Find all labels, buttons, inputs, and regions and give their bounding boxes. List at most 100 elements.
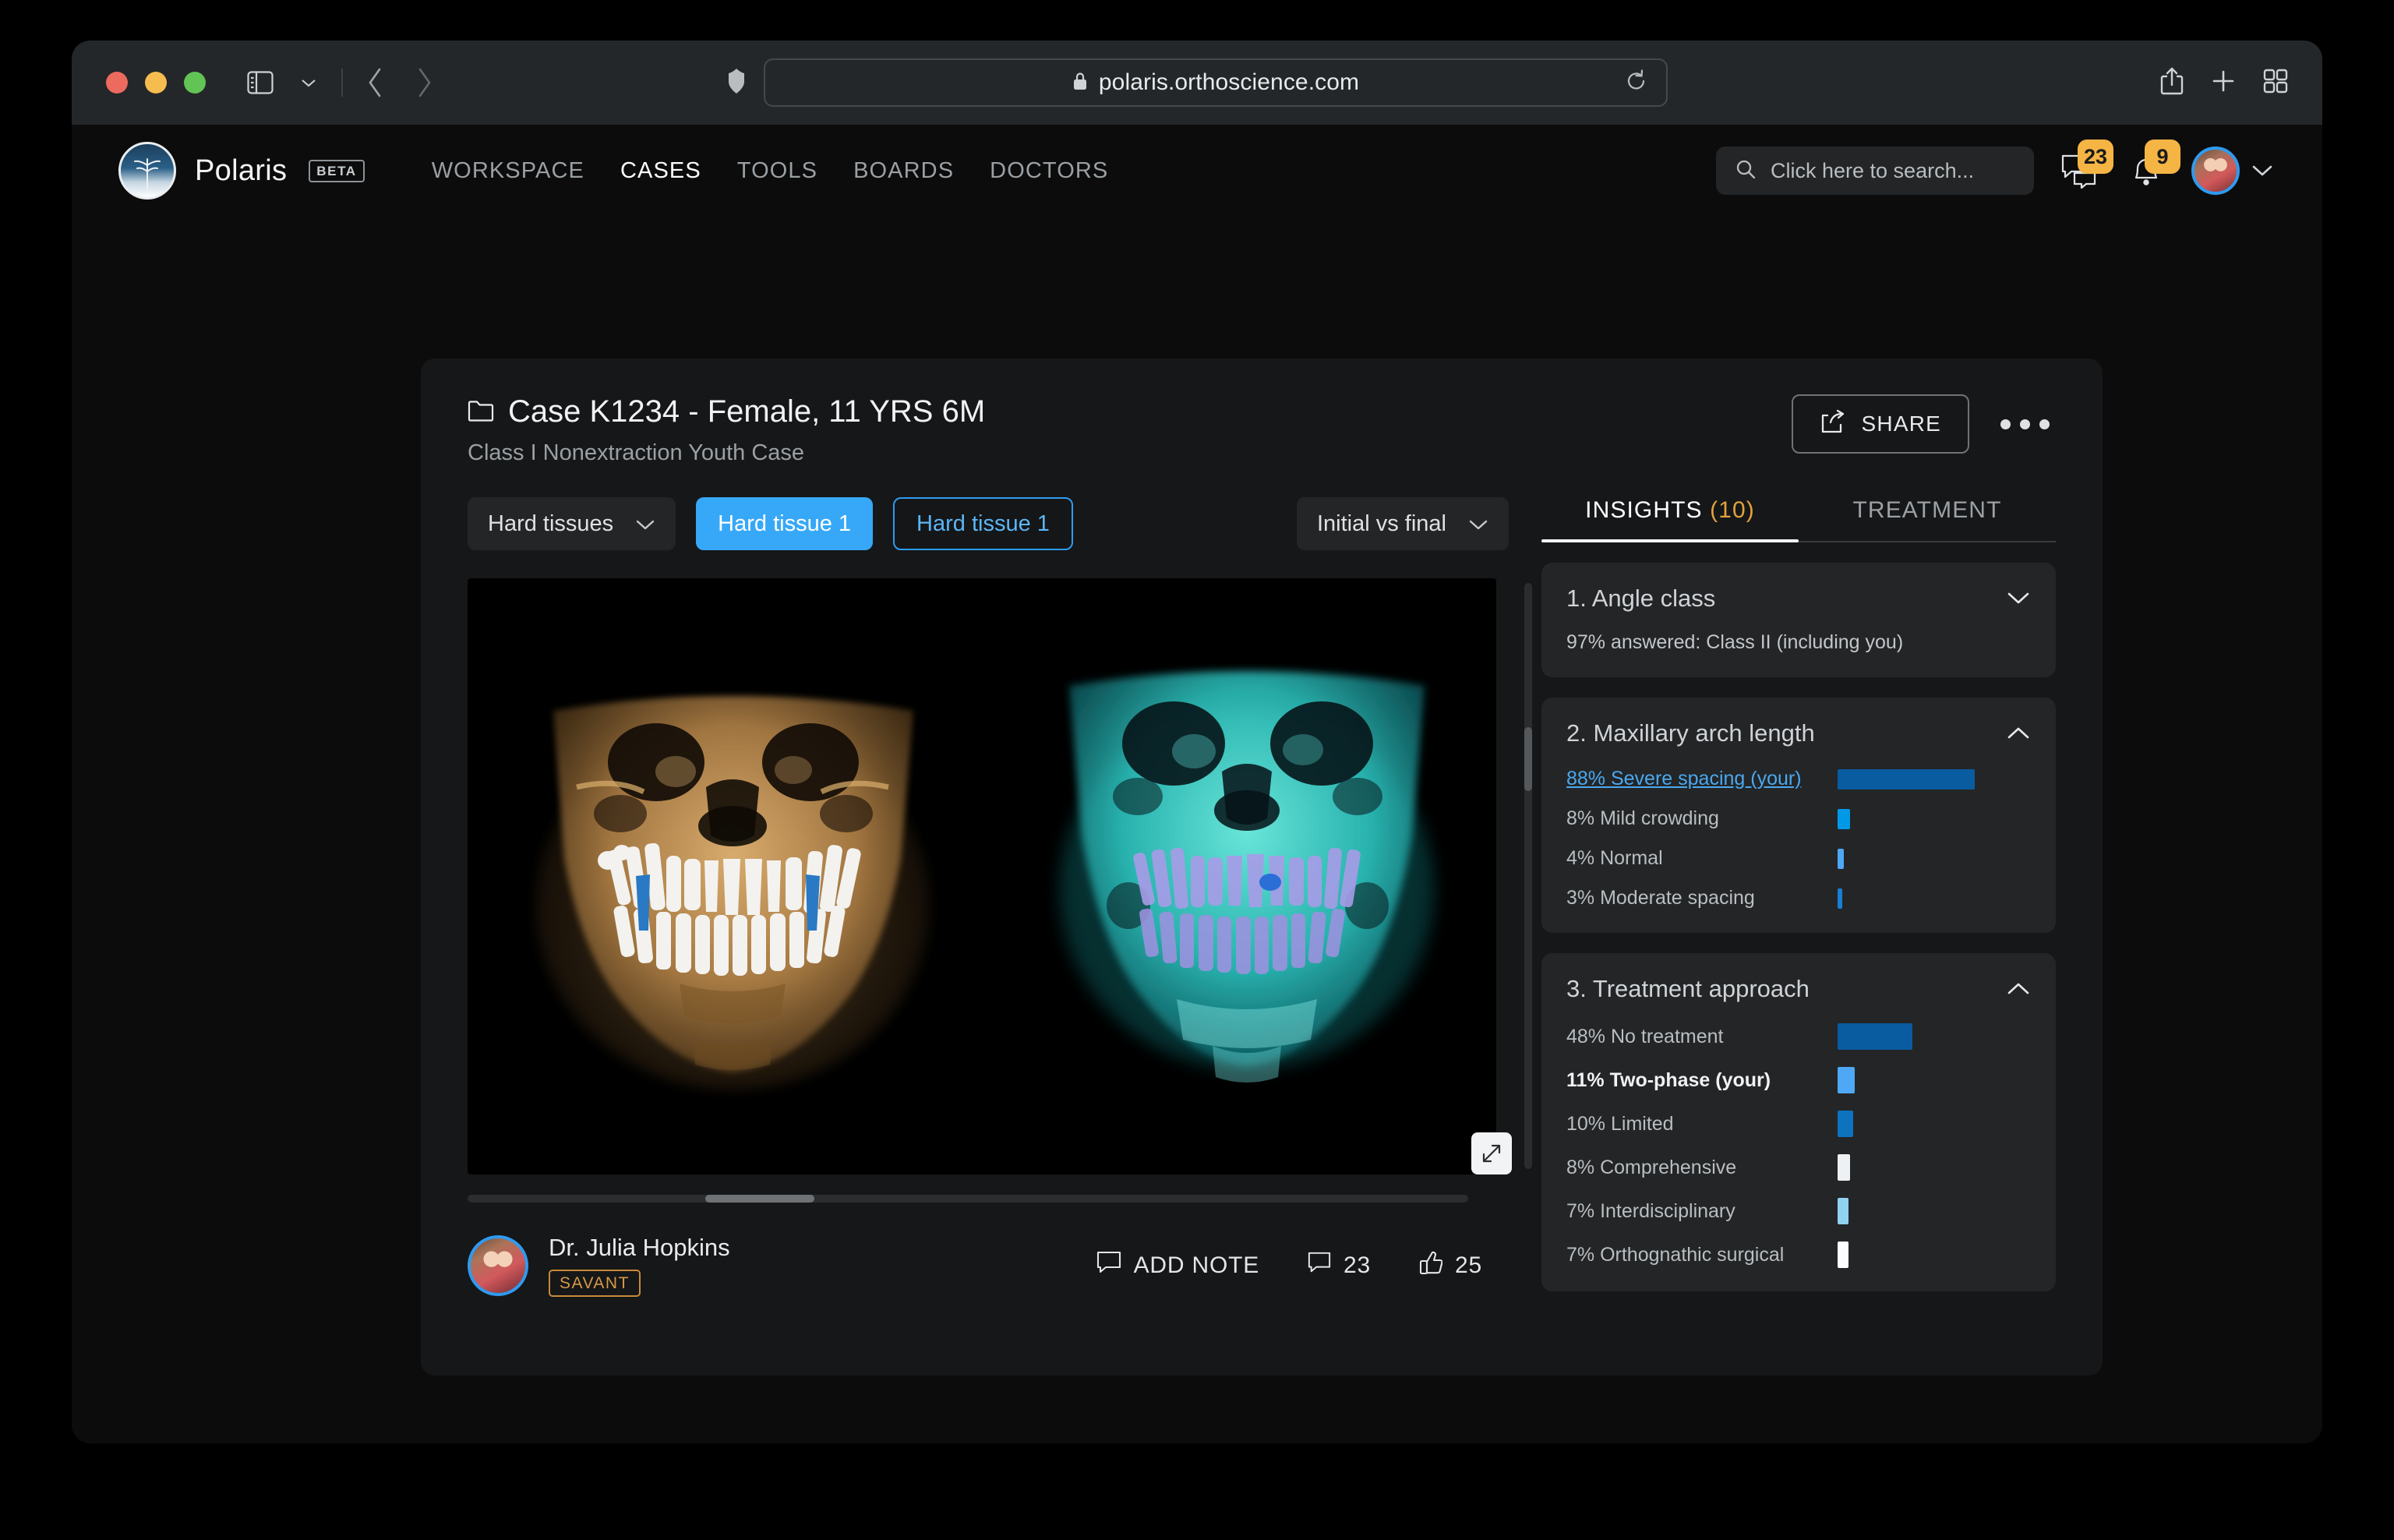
insight-bar-label: 8% Mild crowding: [1566, 807, 1719, 829]
scan-viewer[interactable]: [468, 578, 1496, 1174]
browser-window: polaris.orthoscience.com Polaris BETA WO…: [72, 41, 2322, 1443]
insight-card-angle-class[interactable]: 1. Angle class 97% answered: Class II (i…: [1541, 563, 2056, 677]
viewer-controls: Hard tissues Hard tissue 1 Hard tissue 1…: [468, 497, 1509, 550]
status-badge: SAVANT: [549, 1270, 641, 1297]
messages-badge: 23: [2077, 140, 2113, 174]
url-input[interactable]: polaris.orthoscience.com: [764, 58, 1668, 107]
tab-grid-icon[interactable]: [2263, 69, 2288, 97]
add-note-button[interactable]: ADD NOTE: [1096, 1251, 1259, 1280]
insight-bar-label: 4% Normal: [1566, 847, 1663, 869]
app-header-actions: Click here to search... 23 9: [1716, 140, 2274, 195]
insight-bar-label: 48% No treatment: [1566, 1025, 1724, 1047]
comparison-value: Initial vs final: [1316, 510, 1446, 536]
account-menu[interactable]: [2191, 147, 2274, 195]
search-icon: [1735, 158, 1757, 184]
insight-bar-track: [1838, 1111, 2031, 1137]
window-traffic-lights[interactable]: [106, 72, 206, 94]
author-name: Dr. Julia Hopkins: [549, 1234, 730, 1261]
insight-bar-list: 48% No treatment 11% Two-phase (your) 10% …: [1566, 1023, 2031, 1268]
messages-button[interactable]: 23: [2057, 140, 2113, 192]
note-bubble-icon: [1096, 1251, 1121, 1280]
chevron-down-icon: [2251, 159, 2274, 182]
insight-bar-row: 8% Mild crowding: [1566, 807, 2031, 830]
tissue-type-value: Hard tissues: [488, 510, 614, 536]
insight-bar-fill: [1838, 768, 1975, 789]
tab-insights-count: (10): [1710, 497, 1755, 523]
user-avatar: [2191, 147, 2240, 195]
privacy-shield-icon[interactable]: [726, 68, 747, 98]
likes-count[interactable]: 25: [1419, 1250, 1482, 1281]
insight-bar-list: 88% Severe spacing (your) 8% Mild crowdin…: [1566, 768, 2031, 910]
insight-card-treatment-approach[interactable]: 3. Treatment approach 48% No treatment 11…: [1541, 953, 2056, 1291]
add-note-label: ADD NOTE: [1133, 1252, 1260, 1278]
brand-name: Polaris: [195, 154, 288, 187]
plus-icon[interactable]: [2210, 68, 2237, 98]
sidebar-toggle-icon[interactable]: [240, 62, 281, 103]
insight-bar-fill: [1838, 1242, 1848, 1268]
tab-treatment-label: TREATMENT: [1852, 497, 2002, 523]
viewer-vertical-scroll-thumb[interactable]: [1524, 727, 1532, 791]
brand-logo-group[interactable]: Polaris BETA: [118, 142, 365, 200]
share-button[interactable]: SHARE: [1791, 394, 1969, 454]
insight-bar-row: 11% Two-phase (your): [1566, 1067, 2031, 1093]
likes-count-label: 25: [1455, 1252, 1482, 1278]
comments-count[interactable]: 23: [1308, 1251, 1371, 1280]
polaris-tree-logo: [118, 142, 176, 200]
nav-item-boards[interactable]: BOARDS: [853, 158, 954, 184]
tab-insights[interactable]: INSIGHTS (10): [1541, 497, 1799, 542]
insight-bar-row: 88% Severe spacing (your): [1566, 768, 2031, 790]
insight-bar-track: [1838, 848, 2031, 869]
chevron-down-icon: [1468, 512, 1488, 536]
insight-bar-label-link[interactable]: 88% Severe spacing (your): [1566, 768, 1838, 790]
share-icon[interactable]: [2160, 66, 2184, 100]
browser-toolbar: polaris.orthoscience.com: [72, 41, 2322, 125]
case-panel: Case K1234 - Female, 11 YRS 6M Class I N…: [421, 359, 2103, 1376]
folder-icon: [468, 394, 494, 429]
insight-card-title: 2. Maxillary arch length: [1566, 719, 1815, 747]
minimize-window-button[interactable]: [145, 72, 167, 94]
chevron-up-icon[interactable]: [2006, 722, 2031, 745]
insight-bar-fill: [1838, 1067, 1855, 1093]
insight-bar-row: 48% No treatment: [1566, 1023, 2031, 1050]
insight-bar-fill: [1838, 1023, 1912, 1050]
nav-item-cases[interactable]: CASES: [620, 158, 701, 184]
url-text: polaris.orthoscience.com: [1098, 69, 1360, 95]
nav-item-tools[interactable]: TOOLS: [737, 158, 817, 184]
tab-treatment[interactable]: TREATMENT: [1799, 497, 2056, 541]
expand-fullscreen-icon[interactable]: [1471, 1132, 1512, 1174]
desktop-background: polaris.orthoscience.com Polaris BETA WO…: [0, 0, 2394, 1540]
cbct-skull-amber: [483, 578, 982, 1174]
nav-item-workspace[interactable]: WORKSPACE: [432, 158, 584, 184]
author-block[interactable]: Dr. Julia Hopkins SAVANT: [468, 1234, 730, 1297]
search-input[interactable]: Click here to search...: [1716, 147, 2034, 195]
insights-tabs: INSIGHTS (10) TREATMENT: [1541, 497, 2056, 542]
address-bar-area: polaris.orthoscience.com: [726, 58, 1668, 107]
layer-chip-secondary[interactable]: Hard tissue 1: [893, 497, 1073, 550]
nav-item-doctors[interactable]: DOCTORS: [990, 158, 1108, 184]
close-window-button[interactable]: [106, 72, 128, 94]
forward-arrow-icon[interactable]: [404, 62, 444, 103]
reload-icon[interactable]: [1626, 69, 1647, 97]
cbct-skull-cyan: [1013, 578, 1481, 1174]
insight-card-maxillary-arch-length[interactable]: 2. Maxillary arch length 88% Severe spac…: [1541, 698, 2056, 933]
viewer-horizontal-scroll-thumb[interactable]: [705, 1195, 814, 1203]
notifications-button[interactable]: 9: [2124, 140, 2180, 192]
chevron-up-icon[interactable]: [2006, 977, 2031, 1001]
maximize-window-button[interactable]: [184, 72, 206, 94]
ellipsis-icon[interactable]: [1994, 407, 2056, 442]
sidebar-dropdown-icon[interactable]: [288, 62, 329, 103]
search-placeholder: Click here to search...: [1771, 158, 1975, 182]
chevron-down-icon[interactable]: [2006, 587, 2031, 610]
insight-bar-label: 7% Interdisciplinary: [1566, 1199, 1735, 1222]
comparison-select[interactable]: Initial vs final: [1296, 497, 1509, 550]
insight-bar-label: 3% Moderate spacing: [1566, 887, 1755, 909]
layer-chip-primary[interactable]: Hard tissue 1: [696, 497, 874, 550]
insight-card-title: 1. Angle class: [1566, 585, 1716, 612]
beta-badge: BETA: [309, 159, 365, 182]
viewer-vertical-scrollbar[interactable]: [1524, 583, 1532, 1169]
tissue-type-select[interactable]: Hard tissues: [468, 497, 676, 550]
case-footer: Dr. Julia Hopkins SAVANT ADD NOTE 23 25: [468, 1234, 1509, 1297]
insight-bar-label: 11% Two-phase (your): [1566, 1068, 1771, 1091]
back-arrow-icon[interactable]: [355, 62, 396, 103]
viewer-horizontal-scrollbar[interactable]: [468, 1195, 1468, 1203]
